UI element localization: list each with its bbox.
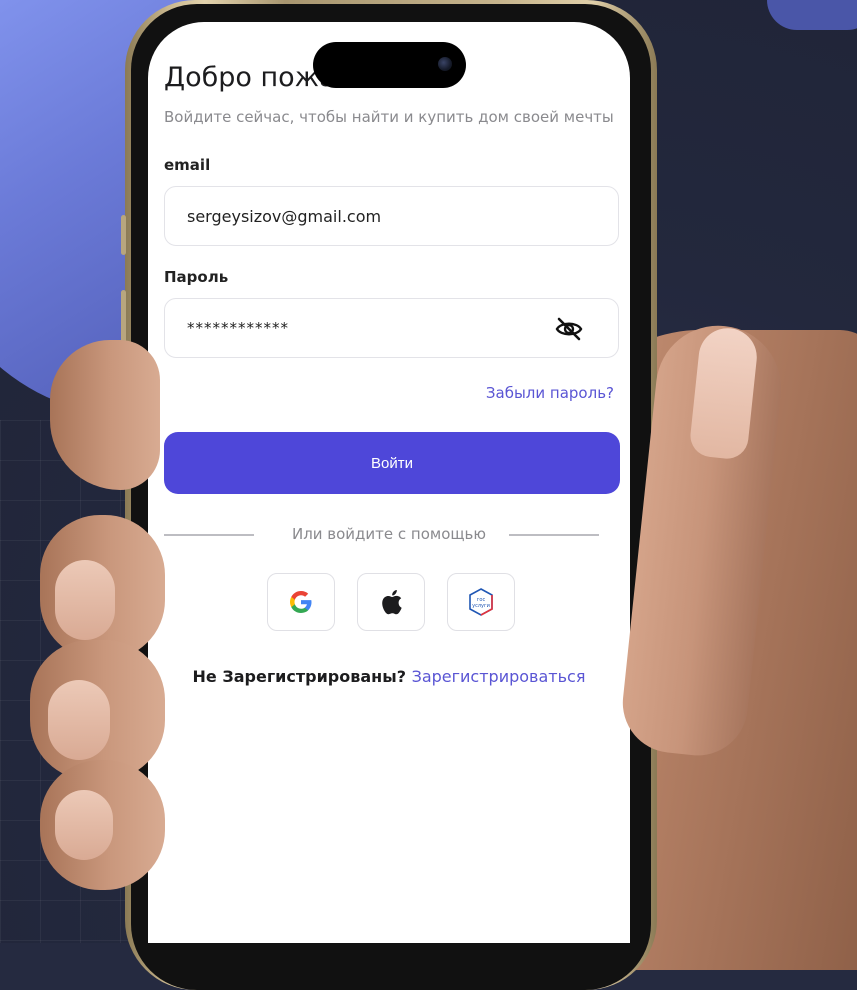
password-field[interactable]: ************ bbox=[164, 298, 619, 358]
apple-login-button[interactable] bbox=[357, 573, 425, 631]
phone-side-button bbox=[121, 215, 126, 255]
login-button[interactable]: Войти bbox=[164, 432, 620, 494]
page-subtitle: Войдите сейчас, чтобы найти и купить дом… bbox=[164, 108, 614, 126]
svg-text:услуги: услуги bbox=[472, 603, 490, 609]
finger-nail bbox=[55, 560, 115, 640]
email-value: sergeysizov@gmail.com bbox=[187, 206, 382, 226]
password-label: Пароль bbox=[164, 268, 229, 286]
dynamic-island bbox=[313, 42, 466, 88]
google-login-button[interactable] bbox=[267, 573, 335, 631]
email-label: email bbox=[164, 156, 211, 174]
divider-line-right bbox=[509, 534, 599, 536]
register-link[interactable]: Зарегистрироваться bbox=[412, 667, 586, 686]
decorative-blob-right bbox=[767, 0, 857, 30]
app-screen: Добро пожаловать Войдите сейчас, чтобы н… bbox=[148, 22, 630, 943]
gosuslugi-icon: гос услуги bbox=[469, 588, 493, 616]
password-value: ************ bbox=[187, 319, 289, 337]
finger-nail bbox=[48, 680, 110, 760]
finger-nail bbox=[55, 790, 113, 860]
register-row: Не Зарегистрированы? Зарегистрироваться bbox=[148, 667, 630, 686]
register-prompt: Не Зарегистрированы? bbox=[192, 667, 406, 686]
apple-icon bbox=[382, 590, 402, 615]
gosuslugi-login-button[interactable]: гос услуги bbox=[447, 573, 515, 631]
google-icon bbox=[290, 591, 312, 613]
email-field[interactable]: sergeysizov@gmail.com bbox=[164, 186, 619, 246]
camera-icon bbox=[438, 57, 452, 71]
forgot-password-link[interactable]: Забыли пароль? bbox=[486, 384, 614, 402]
eye-off-icon[interactable] bbox=[554, 317, 584, 341]
